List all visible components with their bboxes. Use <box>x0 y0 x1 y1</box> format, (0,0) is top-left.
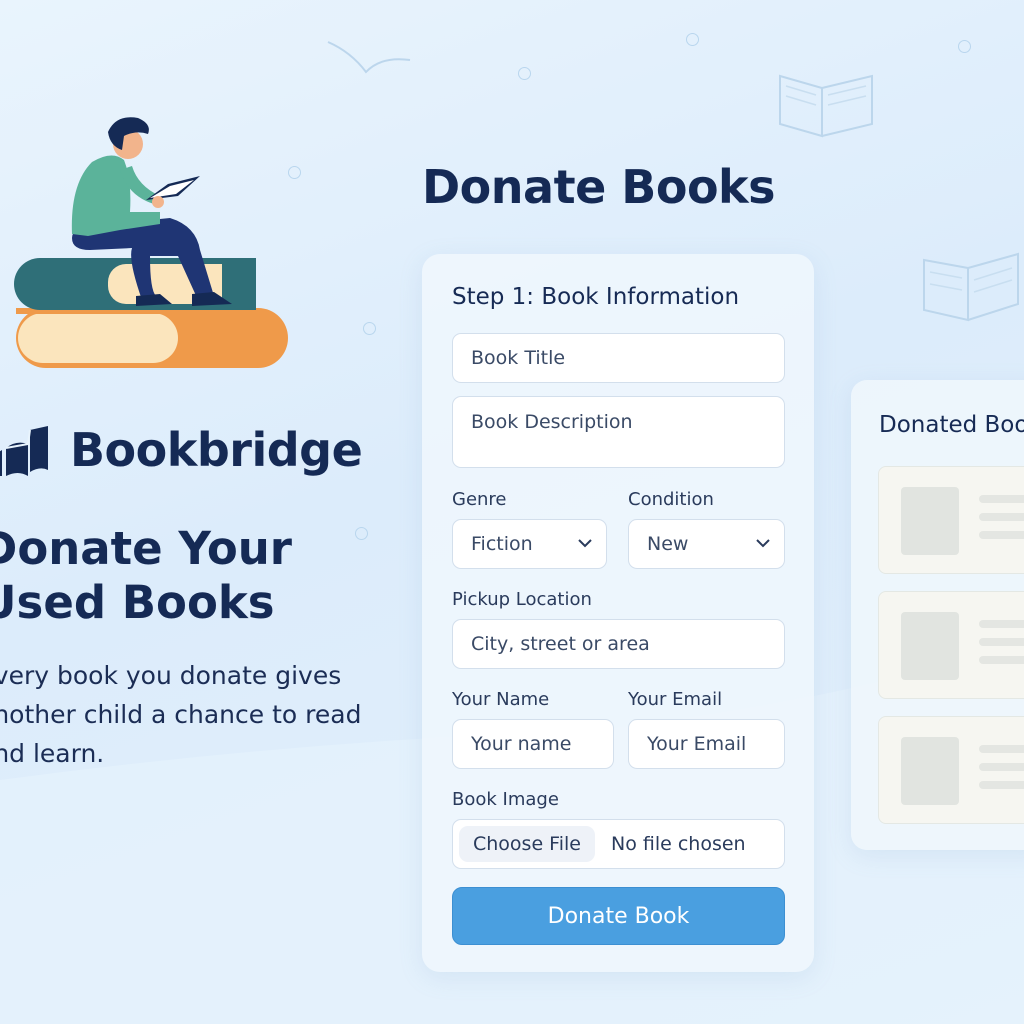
your-email-label: Your Email <box>628 689 723 710</box>
book-image-label: Book Image <box>452 789 559 810</box>
headline-line: Donate Your <box>0 522 292 575</box>
text-line-placeholder <box>979 781 1024 789</box>
headline-line: Used Books <box>0 576 275 629</box>
decorative-dot <box>686 33 699 46</box>
your-name-placeholder: Your name <box>471 733 572 755</box>
book-title-input[interactable]: Book Title <box>452 333 785 383</box>
book-thumbnail <box>901 612 959 680</box>
genre-value: Fiction <box>471 533 533 555</box>
bird-icon <box>327 41 411 74</box>
open-book-icon <box>923 252 1019 322</box>
book-stack-reader-illustration <box>14 117 288 368</box>
book-image-file-input[interactable]: Choose File No file chosen <box>452 819 785 869</box>
text-line-placeholder <box>979 620 1024 628</box>
list-item[interactable] <box>878 591 1024 699</box>
book-thumbnail <box>901 487 959 555</box>
book-description-placeholder: Book Description <box>471 411 633 433</box>
tagline-line: Every book you donate gives <box>0 661 342 690</box>
brand-name: Bookbridge <box>70 423 363 477</box>
text-line-placeholder <box>979 745 1024 753</box>
genre-select[interactable]: Fiction <box>452 519 607 569</box>
donate-book-button[interactable]: Donate Book <box>452 887 785 945</box>
chevron-down-icon <box>578 539 592 548</box>
decorative-dot <box>355 527 368 540</box>
decorative-dot <box>518 67 531 80</box>
decorative-dot <box>958 40 971 53</box>
donation-form: Step 1: Book Information Book Title Book… <box>422 254 814 972</box>
book-thumbnail <box>901 737 959 805</box>
list-item[interactable] <box>878 466 1024 574</box>
brand: Bookbridge <box>0 420 363 480</box>
hero-tagline: Every book you donate gives another chil… <box>0 656 378 773</box>
donated-books-panel: Donated Books <box>851 380 1024 850</box>
pickup-location-placeholder: City, street or area <box>471 633 650 655</box>
text-line-placeholder <box>979 495 1024 503</box>
file-status: No file chosen <box>610 833 746 855</box>
bookbridge-logo-icon <box>0 426 48 476</box>
your-name-label: Your Name <box>452 689 550 710</box>
hero-headline: Donate Your Used Books <box>0 522 310 630</box>
your-name-input[interactable]: Your name <box>452 719 614 769</box>
donated-books-title: Donated Books <box>879 412 1024 438</box>
condition-label: Condition <box>628 489 714 510</box>
choose-file-button[interactable]: Choose File <box>459 826 595 862</box>
pickup-location-label: Pickup Location <box>452 589 592 610</box>
your-email-input[interactable]: Your Email <box>628 719 785 769</box>
tagline-line: and learn. <box>0 739 105 768</box>
text-line-placeholder <box>979 513 1024 521</box>
condition-value: New <box>647 533 689 555</box>
tagline-line: another child a chance to read <box>0 700 362 729</box>
text-line-placeholder <box>979 763 1024 771</box>
page-title: Donate Books <box>422 160 776 214</box>
your-email-placeholder: Your Email <box>647 733 747 755</box>
genre-label: Genre <box>452 489 507 510</box>
text-line-placeholder <box>979 656 1024 664</box>
decorative-dot <box>363 322 376 335</box>
pickup-location-input[interactable]: City, street or area <box>452 619 785 669</box>
book-description-textarea[interactable]: Book Description <box>452 396 785 468</box>
text-line-placeholder <box>979 638 1024 646</box>
book-title-placeholder: Book Title <box>471 347 566 369</box>
open-book-icon <box>779 74 873 138</box>
chevron-down-icon <box>756 539 770 548</box>
text-line-placeholder <box>979 531 1024 539</box>
list-item[interactable] <box>878 716 1024 824</box>
step-title: Step 1: Book Information <box>452 284 740 310</box>
condition-select[interactable]: New <box>628 519 785 569</box>
